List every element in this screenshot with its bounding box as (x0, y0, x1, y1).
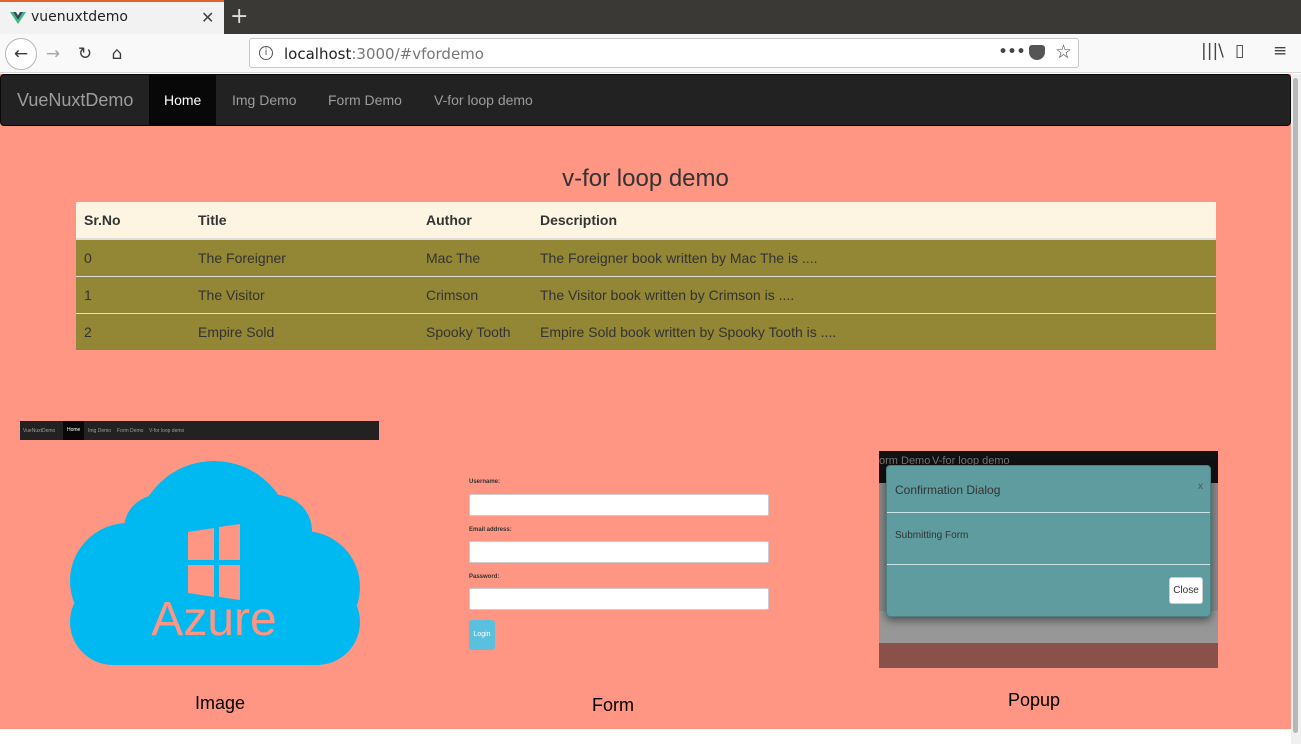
email-label: Email address: (469, 527, 512, 533)
azure-text: Azure (151, 593, 276, 646)
vue-logo-icon (10, 12, 26, 24)
image-caption: Image (195, 693, 246, 713)
mini-nav-home: Home (63, 421, 85, 440)
column-header: Sr.No (76, 202, 190, 240)
table-cell: The Foreigner book written by Mac The is… (532, 238, 1216, 276)
mini-nav-vfor: V-for loop demo (149, 428, 185, 434)
dialog-title: Confirmation Dialog (895, 483, 1001, 497)
table-cell: The Visitor (190, 275, 418, 313)
image-demo-thumbnail: VueNuxtDemo Home Img Demo Form Demo V-fo… (20, 421, 379, 669)
divider (887, 512, 1210, 513)
sidebar-icon[interactable]: ▯ (1235, 41, 1244, 61)
column-header: Author (418, 202, 532, 240)
form-caption: Form (592, 695, 634, 715)
popup-caption: Popup (1008, 690, 1061, 710)
url-bar[interactable]: i localhost:3000/#vfordemo ••• ☆ (249, 38, 1079, 68)
email-field (469, 541, 769, 563)
azure-cloud-logo: Azure (70, 461, 360, 665)
nav-item-home[interactable]: Home (149, 75, 217, 125)
page-bottom-area (0, 729, 1291, 744)
brand-link[interactable]: VueNuxtDemo (17, 90, 133, 111)
url-host: localhost (284, 45, 352, 63)
column-header: Description (532, 202, 1216, 240)
divider (887, 564, 1210, 565)
table-row: 2 Empire Sold Spooky Tooth Empire Sold b… (76, 312, 1216, 350)
back-button[interactable]: ← (5, 38, 37, 70)
table-cell: Empire Sold book written by Spooky Tooth… (532, 312, 1216, 350)
page-title: v-for loop demo (562, 165, 729, 192)
table-cell: Spooky Tooth (418, 312, 532, 350)
table-cell: 1 (76, 275, 190, 313)
url-path: :3000/#vfordemo (351, 45, 484, 63)
page-actions-icon[interactable]: ••• (998, 42, 1026, 62)
table-cell: The Foreigner (190, 238, 418, 276)
scrollbar-thumb[interactable] (1293, 78, 1298, 733)
dialog-body: Submitting Form (895, 530, 969, 541)
page-content: VueNuxtDemo Home Img Demo Form Demo V-fo… (0, 74, 1291, 729)
table-cell: Mac The (418, 238, 532, 276)
table-header-row: Sr.No Title Author Description (76, 202, 1216, 240)
mini-navbar: VueNuxtDemo Home Img Demo Form Demo V-fo… (20, 421, 379, 440)
mini-nav-img: Img Demo (88, 428, 112, 434)
table-cell: Empire Sold (190, 312, 418, 350)
close-icon: x (1198, 481, 1203, 492)
nav-item-vfor-demo[interactable]: V-for loop demo (419, 75, 548, 125)
form-demo-thumbnail: Username: Email address: Password: Login (465, 479, 775, 659)
table-cell: 2 (76, 312, 190, 350)
reload-button[interactable]: ↻ (70, 39, 100, 69)
table-row: 1 The Visitor Crimson The Visitor book w… (76, 275, 1216, 313)
bookmark-star-icon[interactable]: ☆ (1055, 41, 1072, 63)
login-button: Login (469, 620, 495, 650)
browser-tabbar: vuenuxtdemo ✕ + (0, 0, 1301, 34)
home-button[interactable]: ⌂ (102, 39, 132, 69)
url-text[interactable]: localhost:3000/#vfordemo (284, 45, 484, 63)
new-tab-icon[interactable]: + (230, 4, 248, 29)
nav-item-form-demo[interactable]: Form Demo (313, 75, 417, 125)
forward-button[interactable]: → (38, 39, 68, 69)
mini-nav-form: Form Demo (117, 428, 144, 434)
column-header: Title (190, 202, 418, 240)
tab-title: vuenuxtdemo (31, 9, 128, 25)
table-cell: The Visitor book written by Crimson is .… (532, 275, 1216, 313)
library-icon[interactable]: |||\ (1201, 41, 1224, 61)
pocket-icon[interactable] (1029, 45, 1045, 60)
site-navbar: VueNuxtDemo Home Img Demo Form Demo V-fo… (0, 74, 1291, 126)
confirmation-dialog: Confirmation Dialog x Submitting Form Cl… (886, 465, 1211, 617)
popup-backdrop-bottom (879, 643, 1218, 668)
menu-icon[interactable]: ≡ (1273, 41, 1287, 61)
table-cell: Crimson (418, 275, 532, 313)
table-cell: 0 (76, 238, 190, 276)
password-label: Password: (469, 574, 500, 580)
table-row: 0 The Foreigner Mac The The Foreigner bo… (76, 238, 1216, 276)
username-field (469, 494, 769, 516)
site-info-icon[interactable]: i (259, 46, 273, 60)
vertical-scrollbar[interactable] (1291, 74, 1301, 744)
popup-demo-thumbnail: orm Demo V-for loop demo Confirmation Di… (879, 451, 1218, 668)
browser-tab[interactable]: vuenuxtdemo ✕ (0, 0, 224, 34)
nav-item-img-demo[interactable]: Img Demo (217, 75, 312, 125)
browser-toolbar: ← → ↻ ⌂ i localhost:3000/#vfordemo ••• ☆… (0, 34, 1301, 73)
username-label: Username: (469, 479, 501, 485)
close-tab-icon[interactable]: ✕ (201, 8, 214, 27)
dialog-close-button: Close (1169, 577, 1203, 604)
mini-brand: VueNuxtDemo (23, 428, 56, 434)
password-field (469, 588, 769, 610)
books-table: Sr.No Title Author Description 0 The For… (76, 202, 1216, 350)
